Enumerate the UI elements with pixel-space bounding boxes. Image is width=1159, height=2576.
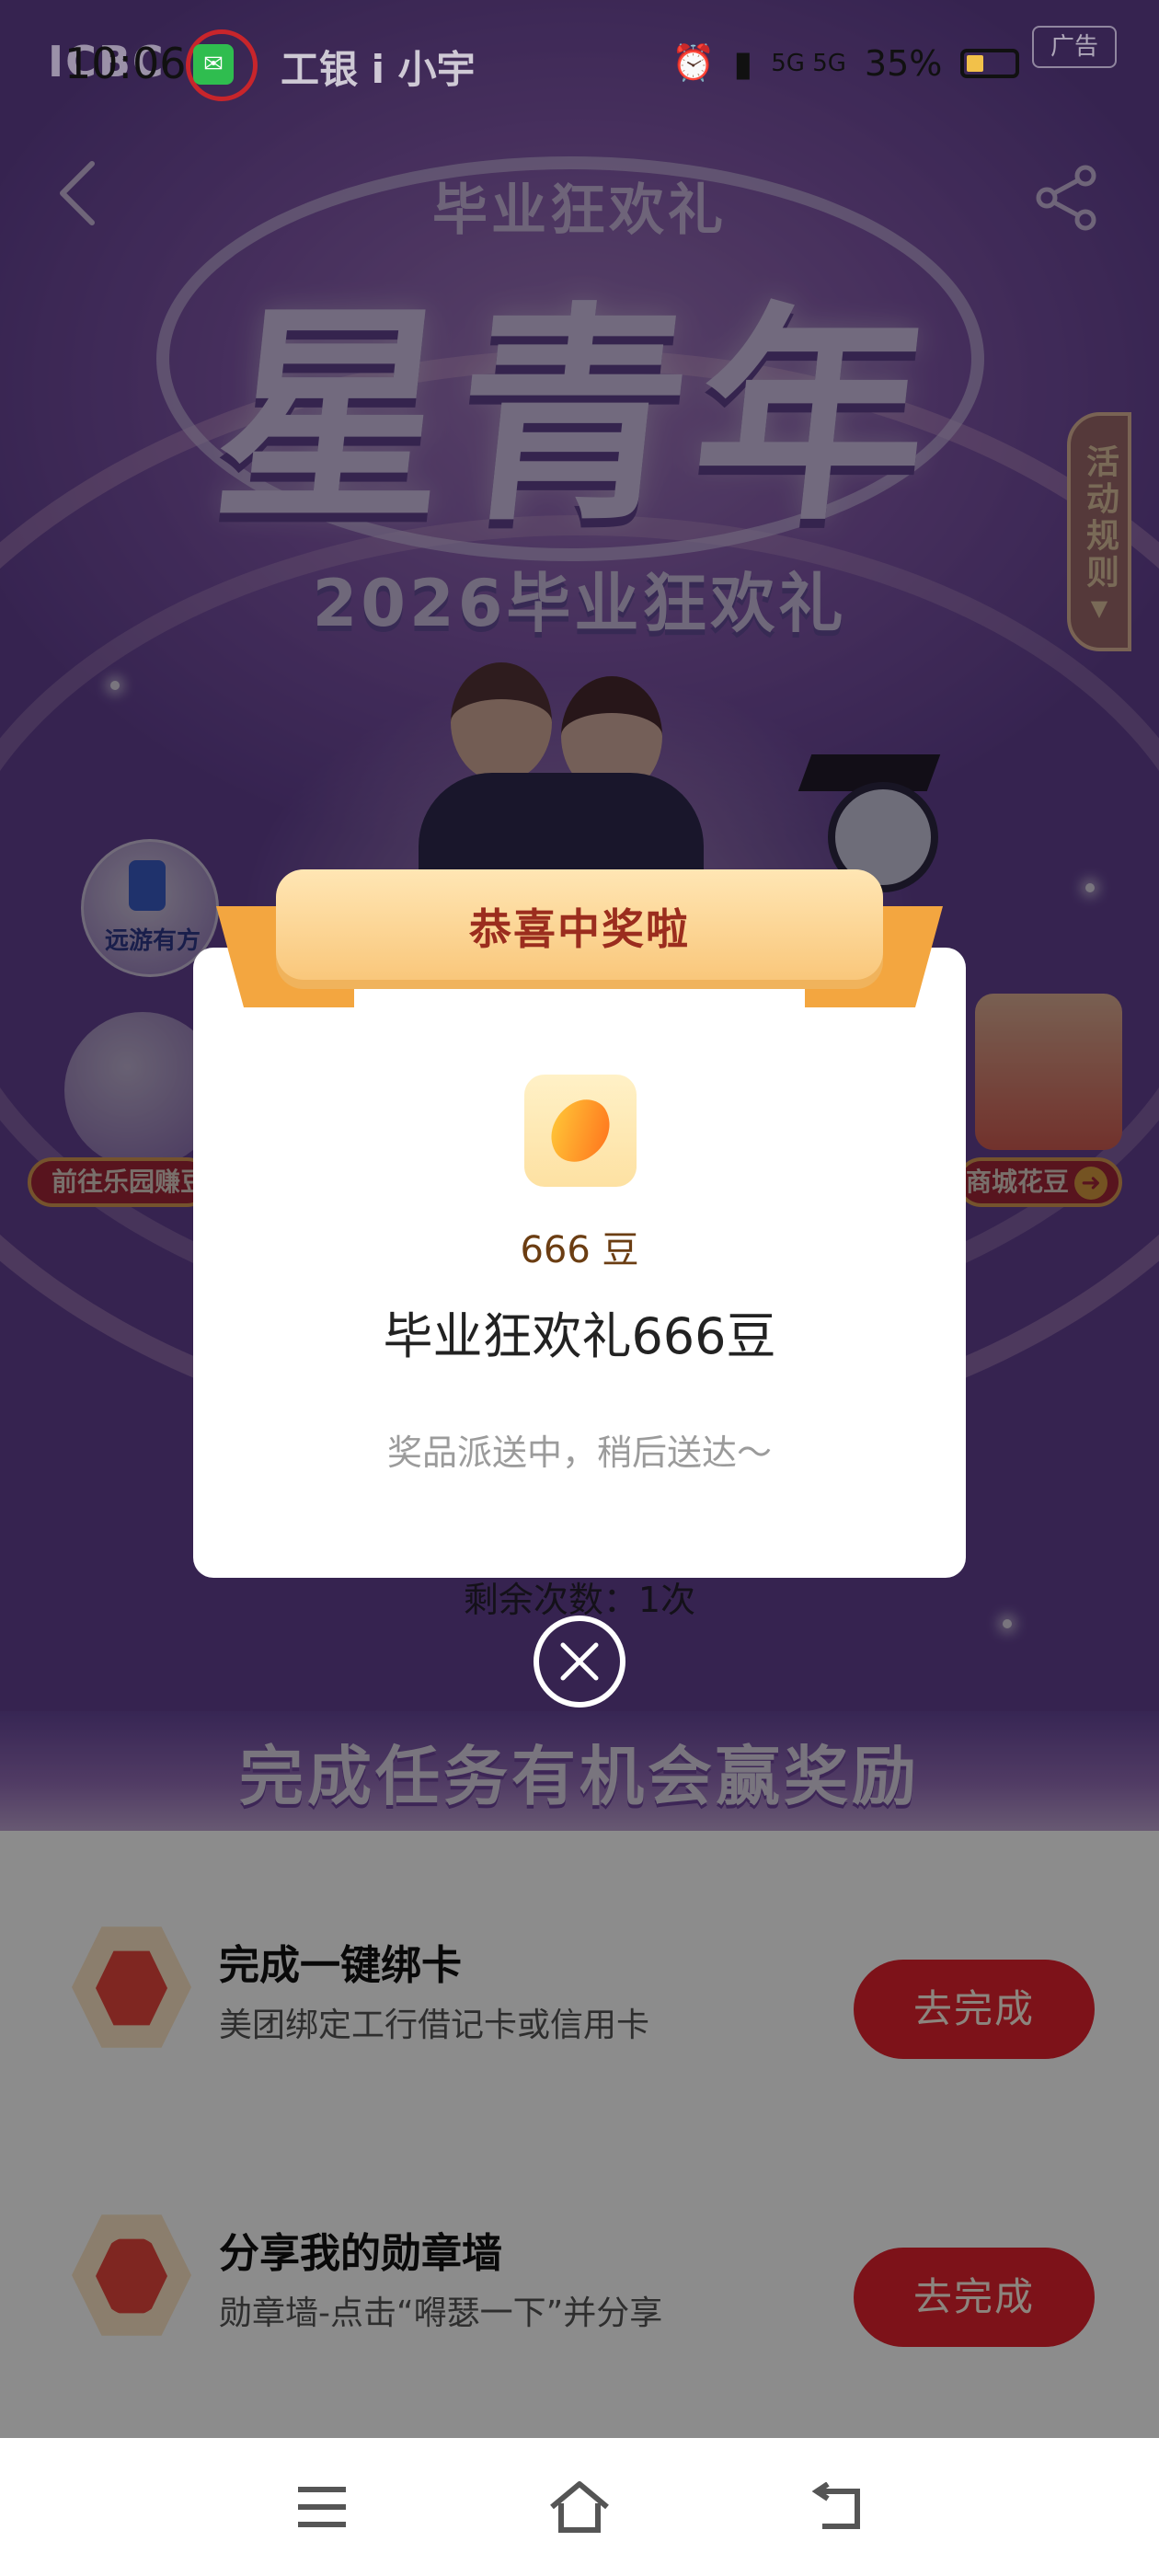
status-icons: ⏰ ▮ 5G 5G 35% <box>671 42 1020 84</box>
congrats-title: 恭喜中奖啦 <box>469 904 690 954</box>
system-navigation-bar <box>0 2438 1159 2576</box>
prize-delivery-note: 奖品派送中，稍后送达～ <box>386 1432 772 1473</box>
close-icon[interactable] <box>534 1616 625 1708</box>
prize-name: 毕业狂欢礼666豆 <box>383 1307 776 1365</box>
status-bar: ICBC 10:06 ✉ 工银 i 小宇 ⏰ ▮ 5G 5G 35% 广告 <box>0 0 1159 129</box>
home-icon[interactable] <box>543 2470 616 2544</box>
wechat-icon: ✉ <box>193 44 234 85</box>
vibrate-icon: ▮ <box>733 42 753 84</box>
menu-icon[interactable] <box>285 2470 359 2544</box>
battery-icon <box>960 48 1020 78</box>
screen: 毕业狂欢礼 星青年 2026毕业狂欢礼 远游有方 前往乐园赚豆 商城花豆 ➜ 活动… <box>0 0 1159 2576</box>
ad-label: 广告 <box>1032 26 1117 68</box>
signal-icon: 5G 5G <box>771 49 846 77</box>
bean-icon <box>524 1075 637 1187</box>
brand-label: 工银 i 小宇 <box>281 47 476 92</box>
alarm-icon: ⏰ <box>671 42 716 83</box>
battery-percent: 35% <box>864 42 943 84</box>
prize-amount: 666 豆 <box>520 1229 639 1271</box>
back-nav-icon[interactable] <box>800 2470 874 2544</box>
clock: 10:06 <box>64 39 187 88</box>
